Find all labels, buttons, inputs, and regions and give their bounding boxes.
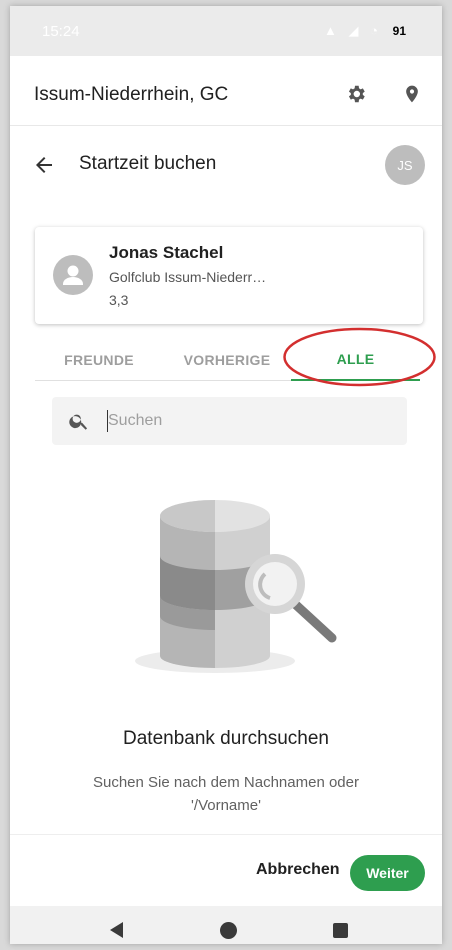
user-avatar[interactable]: JS <box>385 145 425 185</box>
action-bar: Abbrechen Weiter <box>10 834 442 906</box>
gear-icon[interactable] <box>344 82 368 106</box>
database-search-illustration <box>135 500 337 673</box>
continue-button[interactable]: Weiter <box>350 855 425 891</box>
nav-home-icon[interactable] <box>220 922 237 939</box>
player-card[interactable]: Jonas Stachel Golfclub Issum-Niederr… 3,… <box>35 227 423 324</box>
phone-screen: 15:24 ▲ ◢ ◔ 91 Issum-Niederrhein, GC Sta… <box>10 6 442 944</box>
nav-back-icon[interactable] <box>110 922 123 938</box>
page-title: Startzeit buchen <box>79 153 217 174</box>
system-nav-bar <box>10 906 442 944</box>
person-icon <box>53 255 93 295</box>
search-box[interactable] <box>52 397 407 445</box>
signal-wifi-icon: ▲ ◢ ◔ <box>324 23 382 38</box>
search-icon <box>68 410 90 432</box>
tab-bar: FREUNDE VORHERIGE ALLE <box>35 339 420 381</box>
tab-vorherige[interactable]: VORHERIGE <box>163 339 291 381</box>
status-bar: 15:24 ▲ ◢ ◔ 91 <box>10 6 442 56</box>
player-club: Golfclub Issum-Niederr… <box>109 269 267 285</box>
app-bar: Issum-Niederrhein, GC <box>10 62 442 126</box>
arrow-left-icon[interactable] <box>32 153 56 177</box>
search-input[interactable] <box>108 407 388 435</box>
battery-level: 91 <box>392 24 406 38</box>
club-title: Issum-Niederrhein, GC <box>34 84 229 105</box>
empty-state-title: Datenbank durchsuchen <box>123 728 329 749</box>
empty-state-text: Suchen Sie nach dem Nachnamen oder '/Vor… <box>92 774 359 814</box>
tab-alle[interactable]: ALLE <box>291 339 420 381</box>
player-name: Jonas Stachel <box>109 243 224 262</box>
map-marker-icon[interactable] <box>400 82 424 106</box>
nav-recents-icon[interactable] <box>333 923 348 938</box>
cancel-button[interactable]: Abbrechen <box>256 861 340 879</box>
tab-freunde[interactable]: FREUNDE <box>35 339 163 381</box>
player-handicap: 3,3 <box>109 292 129 308</box>
status-time: 15:24 <box>42 23 80 40</box>
